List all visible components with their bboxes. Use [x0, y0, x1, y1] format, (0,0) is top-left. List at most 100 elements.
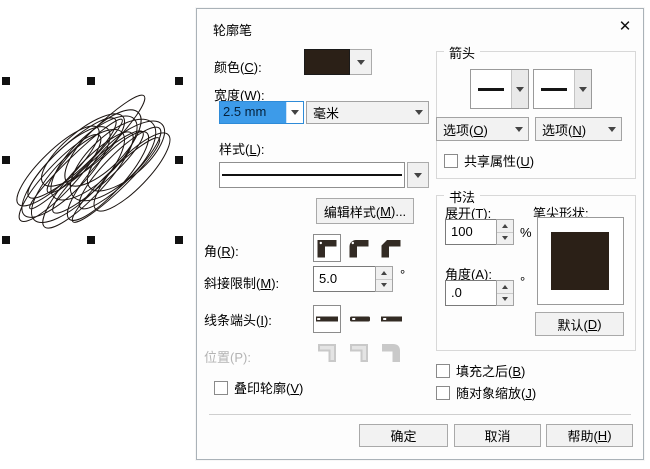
width-unit-value: 毫米 [313, 106, 340, 121]
miter-limit-label: 斜接限制(M): [204, 276, 280, 291]
miter-limit-unit: ° [400, 267, 406, 282]
chevron-down-icon [502, 297, 508, 302]
options-right-combo[interactable]: 选项(N) [535, 117, 622, 141]
position-inside-icon [382, 344, 400, 362]
selection-handle[interactable] [2, 236, 10, 244]
share-attributes-checkbox[interactable]: 共享属性(U) [444, 151, 534, 170]
checkbox-icon[interactable] [444, 153, 458, 168]
chevron-down-icon [510, 126, 528, 132]
corner-miter-button[interactable] [313, 234, 341, 262]
spin-down-button[interactable] [376, 278, 392, 291]
scale-with-object-checkbox[interactable]: 随对象缩放(J) [436, 383, 536, 402]
default-button[interactable]: 默认(D) [535, 312, 624, 336]
start-arrowhead-combo[interactable] [470, 69, 529, 109]
angle-spinner[interactable]: .0 [445, 280, 514, 306]
cap-butt-button[interactable] [313, 305, 341, 333]
style-dropdown-button[interactable] [407, 162, 429, 188]
start-arrowhead-preview[interactable] [471, 70, 511, 108]
chevron-up-icon [502, 223, 508, 228]
options-left-label: 选项(O) [443, 122, 488, 138]
angle-value[interactable]: .0 [445, 280, 496, 306]
chevron-down-icon [410, 110, 428, 115]
chevron-down-icon [356, 59, 365, 65]
color-label: 颜色(C): [214, 60, 262, 75]
width-value[interactable]: 2.5 mm [220, 102, 286, 123]
checkbox-icon[interactable] [214, 380, 228, 395]
spin-up-button[interactable] [497, 220, 513, 232]
edit-style-button[interactable]: 编辑样式(M)... [316, 198, 414, 224]
cap-square-button[interactable] [377, 305, 405, 333]
width-unit-combo[interactable]: 毫米 [306, 101, 429, 124]
checkbox-icon[interactable] [436, 363, 450, 378]
calligraphy-group: 书法 展开(T): 100 % 笔尖形状: 角度(A): .0 ° 默认(D … [436, 187, 636, 351]
close-icon[interactable]: ✕ [613, 14, 637, 38]
drawing-canvas[interactable] [0, 0, 196, 469]
overprint-outline-checkbox[interactable]: 叠印轮廓(V) [214, 378, 303, 397]
chevron-up-icon [502, 284, 508, 289]
start-arrowhead-dropdown-button[interactable] [511, 70, 528, 108]
spin-up-button[interactable] [376, 267, 392, 279]
corner-bevel-button[interactable] [377, 234, 405, 262]
selection-handle[interactable] [175, 77, 183, 85]
end-arrowhead-dropdown-button[interactable] [574, 70, 591, 108]
plain-line-icon [541, 87, 567, 91]
line-caps-label: 线条端头(I): [204, 313, 272, 328]
arrows-group: 箭头 选项(O) 选项(N) 共享属性(U) [436, 43, 636, 179]
outline-pen-dialog: 轮廓笔 ✕ 颜色(C): 宽度(W): 2.5 mm 毫米 样式(L): 编辑样… [196, 8, 644, 460]
color-dropdown-button[interactable] [350, 49, 372, 75]
angle-unit: ° [520, 274, 526, 289]
scribble-object[interactable] [8, 88, 190, 236]
selection-handle[interactable] [2, 156, 10, 164]
style-preview[interactable] [219, 162, 405, 188]
miter-limit-value[interactable]: 5.0 [313, 266, 375, 292]
cancel-button[interactable]: 取消 [454, 424, 541, 447]
end-arrowhead-combo[interactable] [533, 69, 592, 109]
options-right-label: 选项(N) [542, 122, 587, 138]
end-arrowhead-preview[interactable] [534, 70, 574, 108]
dialog-title: 轮廓笔 [213, 23, 253, 38]
options-left-combo[interactable]: 选项(O) [436, 117, 529, 141]
width-combo[interactable]: 2.5 mm [219, 101, 304, 124]
corner-label: 角(R): [204, 244, 239, 259]
stretch-spinner[interactable]: 100 [445, 219, 514, 245]
checkbox-icon[interactable] [436, 385, 450, 400]
style-combo[interactable] [219, 162, 429, 188]
application-canvas: 轮廓笔 ✕ 颜色(C): 宽度(W): 2.5 mm 毫米 样式(L): 编辑样… [0, 0, 650, 469]
behind-fill-label: 填充之后(B) [456, 364, 526, 379]
chevron-down-icon [381, 283, 387, 288]
behind-fill-checkbox[interactable]: 填充之后(B) [436, 361, 525, 380]
chevron-down-icon [502, 236, 508, 241]
stretch-value[interactable]: 100 [445, 219, 496, 245]
chevron-down-icon [579, 86, 587, 92]
plain-line-icon [478, 87, 504, 91]
spin-down-button[interactable] [497, 292, 513, 305]
divider [209, 414, 631, 415]
selection-handle[interactable] [2, 77, 10, 85]
help-button[interactable]: 帮助(H) [546, 424, 633, 447]
position-label: 位置(P): [204, 350, 251, 365]
position-inside-button [377, 339, 405, 367]
round-corner-icon [349, 240, 369, 258]
spin-down-button[interactable] [497, 231, 513, 244]
selection-handle[interactable] [175, 236, 183, 244]
corner-round-button[interactable] [345, 234, 373, 262]
chevron-up-icon [381, 270, 387, 275]
stretch-unit: % [520, 225, 532, 240]
color-picker[interactable] [304, 49, 372, 75]
nib-shape-preview[interactable] [537, 217, 624, 305]
cap-round-button[interactable] [345, 305, 373, 333]
selection-handle[interactable] [87, 236, 95, 244]
miter-corner-icon [317, 240, 337, 258]
position-outside-icon [318, 344, 336, 362]
position-centered-button [345, 339, 373, 367]
chevron-down-icon [516, 86, 524, 92]
width-dropdown-button[interactable] [286, 102, 303, 123]
ok-button[interactable]: 确定 [359, 424, 448, 447]
selection-handle[interactable] [175, 156, 183, 164]
arrows-group-title: 箭头 [444, 43, 481, 62]
selection-handle[interactable] [87, 77, 95, 85]
miter-limit-spinner[interactable]: 5.0 [313, 266, 393, 292]
spin-up-button[interactable] [497, 281, 513, 293]
chevron-down-icon [414, 172, 422, 178]
color-swatch[interactable] [304, 49, 350, 75]
